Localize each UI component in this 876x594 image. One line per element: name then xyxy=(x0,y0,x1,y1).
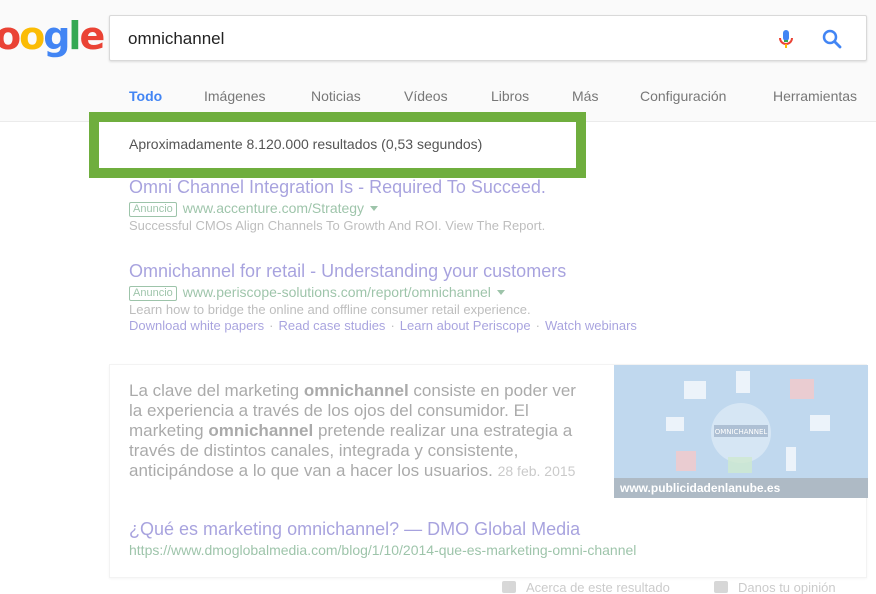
tab-settings[interactable]: Configuración xyxy=(640,88,726,104)
ad-sitelinks: Download white papers · Read case studies ·… xyxy=(129,318,637,333)
sitelink[interactable]: Read case studies xyxy=(278,318,385,333)
image-caption: www.publicidadenlanube.es xyxy=(614,478,868,498)
about-result-link[interactable]: Acerca de este resultado xyxy=(502,580,670,594)
ad-title[interactable]: Omni Channel Integration Is - Required T… xyxy=(129,177,546,198)
search-tabs: Todo Imágenes Noticias Vídeos Libros Más… xyxy=(0,88,876,108)
chevron-down-icon[interactable] xyxy=(370,206,379,211)
image-label: OMNICHANNEL xyxy=(715,428,768,436)
tab-more[interactable]: Más xyxy=(572,88,598,104)
tab-books[interactable]: Libros xyxy=(491,88,529,104)
ad-result: Omni Channel Integration Is - Required T… xyxy=(129,177,546,233)
ad-url[interactable]: www.accenture.com/Strategy xyxy=(183,200,364,216)
microphone-icon[interactable] xyxy=(774,27,798,51)
sitelink[interactable]: Download white papers xyxy=(129,318,264,333)
feedback-link[interactable]: Danos tu opinión xyxy=(714,580,836,594)
ad-title[interactable]: Omnichannel for retail - Understanding y… xyxy=(129,261,637,282)
search-input[interactable] xyxy=(128,29,728,49)
ad-badge: Anuncio xyxy=(129,286,177,301)
help-icon xyxy=(502,581,516,593)
search-header: oogle Todo Imágenes Noticias Vídeos Libr… xyxy=(0,0,876,122)
tab-tools[interactable]: Herramientas xyxy=(773,88,857,104)
tab-news[interactable]: Noticias xyxy=(311,88,361,104)
sitelink[interactable]: Learn about Periscope xyxy=(400,318,531,333)
ad-badge: Anuncio xyxy=(129,202,177,217)
featured-snippet: La clave del marketing omnichannel consi… xyxy=(109,364,868,578)
snippet-url[interactable]: https://www.dmoglobalmedia.com/blog/1/10… xyxy=(129,542,636,558)
snippet-date: 28 feb. 2015 xyxy=(497,463,576,479)
search-icon[interactable] xyxy=(820,27,844,51)
results-stats: Aproximadamente 8.120.000 resultados (0,… xyxy=(129,136,483,152)
sitelink[interactable]: Watch webinars xyxy=(545,318,637,333)
google-logo[interactable]: oogle xyxy=(0,14,105,58)
chevron-down-icon[interactable] xyxy=(496,290,505,295)
ad-url[interactable]: www.periscope-solutions.com/report/omnic… xyxy=(183,284,491,300)
ad-result: Omnichannel for retail - Understanding y… xyxy=(129,261,637,333)
ad-description: Learn how to bridge the online and offli… xyxy=(129,302,531,317)
feedback-icon xyxy=(714,581,728,593)
tab-todo[interactable]: Todo xyxy=(129,88,162,104)
tab-images[interactable]: Imágenes xyxy=(204,88,265,104)
snippet-image[interactable]: OMNICHANNEL www.publicidadenlanube.es xyxy=(614,365,868,498)
search-box xyxy=(109,15,867,61)
snippet-text: La clave del marketing omnichannel consi… xyxy=(129,381,576,480)
tab-videos[interactable]: Vídeos xyxy=(404,88,448,104)
results-stats-highlight: Aproximadamente 8.120.000 resultados (0,… xyxy=(89,112,586,178)
ad-description: Successful CMOs Align Channels To Growth… xyxy=(129,218,546,233)
snippet-link-title[interactable]: ¿Qué es marketing omnichannel? — DMO Glo… xyxy=(129,519,580,540)
